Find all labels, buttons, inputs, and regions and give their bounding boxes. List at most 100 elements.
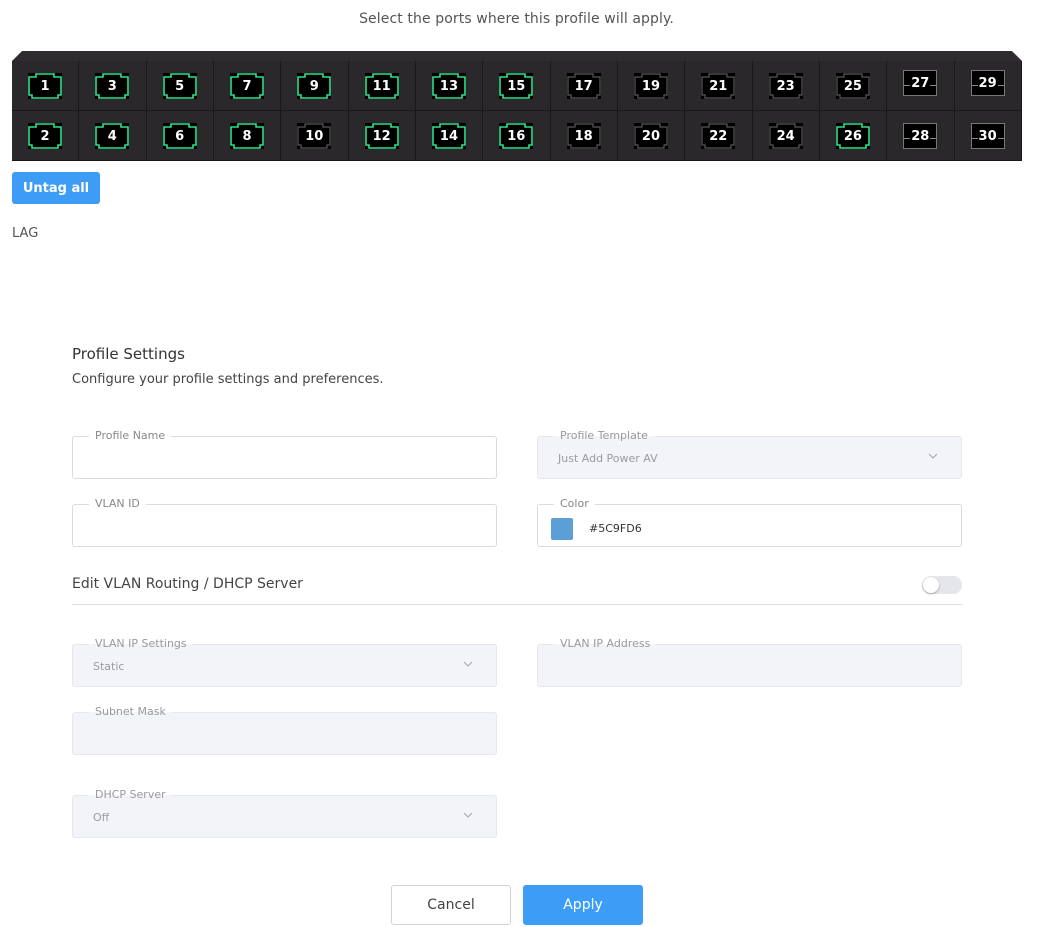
ethernet-port-6[interactable]: 6 xyxy=(162,123,197,149)
port-cell-18[interactable]: 18 xyxy=(550,111,618,161)
port-cell-11[interactable]: 11 xyxy=(348,61,416,111)
dhcp-server-label: DHCP Server xyxy=(89,788,172,802)
port-cell-5[interactable]: 5 xyxy=(146,61,214,111)
port-cell-23[interactable]: 23 xyxy=(752,61,820,111)
vlan-id-input[interactable] xyxy=(73,505,496,546)
port-row-odd: 1 3 5 7 9 11 13 15 17 19 21 23 25 27 29 xyxy=(12,61,1022,111)
port-number: 1 xyxy=(40,78,50,94)
ethernet-port-22[interactable]: 22 xyxy=(701,123,736,149)
port-number: 6 xyxy=(175,128,185,144)
color-field[interactable]: Color #5C9FD6 xyxy=(537,497,962,547)
vlan-ip-address-field[interactable]: VLAN IP Address xyxy=(537,637,962,687)
ethernet-port-2[interactable]: 2 xyxy=(28,123,62,149)
profile-name-field[interactable]: Profile Name xyxy=(72,429,497,479)
port-cell-20[interactable]: 20 xyxy=(617,111,686,161)
profile-template-select[interactable]: Profile Template Just Add Power AV xyxy=(537,429,962,479)
port-cell-8[interactable]: 8 xyxy=(213,111,282,161)
routing-toggle-label: Edit VLAN Routing / DHCP Server xyxy=(72,576,303,592)
section-divider xyxy=(72,604,962,605)
ethernet-port-16[interactable]: 16 xyxy=(499,123,534,149)
untag-all-button[interactable]: Untag all xyxy=(12,172,100,204)
port-cell-30[interactable]: 30 xyxy=(954,111,1022,161)
port-cell-2[interactable]: 2 xyxy=(12,111,80,161)
port-cell-7[interactable]: 7 xyxy=(213,61,282,111)
ethernet-port-25[interactable]: 25 xyxy=(835,73,870,99)
ethernet-port-9[interactable]: 9 xyxy=(297,73,332,99)
ethernet-port-19[interactable]: 19 xyxy=(633,73,668,99)
ethernet-port-1[interactable]: 1 xyxy=(28,73,62,99)
ethernet-port-12[interactable]: 12 xyxy=(364,123,399,149)
port-cell-4[interactable]: 4 xyxy=(79,111,147,161)
dhcp-server-select[interactable]: DHCP Server Off xyxy=(72,788,497,838)
vlan-ip-settings-label: VLAN IP Settings xyxy=(89,637,193,651)
port-number: 8 xyxy=(242,128,252,144)
ethernet-port-15[interactable]: 15 xyxy=(499,73,534,99)
ethernet-port-3[interactable]: 3 xyxy=(95,73,130,99)
ethernet-port-24[interactable]: 24 xyxy=(768,123,803,149)
port-cell-3[interactable]: 3 xyxy=(79,61,147,111)
dhcp-server-value: Off xyxy=(93,811,110,824)
ethernet-port-14[interactable]: 14 xyxy=(431,123,466,149)
cancel-button[interactable]: Cancel xyxy=(391,885,511,925)
port-cell-17[interactable]: 17 xyxy=(550,61,618,111)
port-number: 28 xyxy=(911,128,930,144)
port-number: 20 xyxy=(641,128,660,144)
port-cell-27[interactable]: 27 xyxy=(887,61,955,111)
ethernet-port-10[interactable]: 10 xyxy=(297,123,332,149)
toggle-knob xyxy=(923,577,939,593)
apply-button[interactable]: Apply xyxy=(523,885,643,925)
sfp-port-27[interactable]: 27 xyxy=(903,70,938,96)
port-cell-13[interactable]: 13 xyxy=(415,61,484,111)
port-cell-21[interactable]: 21 xyxy=(685,61,753,111)
sfp-port-28[interactable]: 28 xyxy=(903,123,938,149)
ethernet-port-21[interactable]: 21 xyxy=(701,73,736,99)
port-cell-16[interactable]: 16 xyxy=(483,111,551,161)
ethernet-port-26[interactable]: 26 xyxy=(835,123,870,149)
vlan-ip-settings-value: Static xyxy=(93,660,125,673)
port-cell-22[interactable]: 22 xyxy=(685,111,753,161)
port-cell-29[interactable]: 29 xyxy=(954,61,1022,111)
vlan-id-field[interactable]: VLAN ID xyxy=(72,497,497,547)
port-selection-instruction: Select the ports where this profile will… xyxy=(359,11,674,27)
ethernet-port-7[interactable]: 7 xyxy=(229,73,264,99)
port-cell-12[interactable]: 12 xyxy=(348,111,416,161)
ethernet-port-5[interactable]: 5 xyxy=(162,73,197,99)
switch-panel: 1 3 5 7 9 11 13 15 17 19 21 23 25 27 29 2 4 6 8 10 12 14 16 18… xyxy=(12,51,1022,161)
sfp-port-29[interactable]: 29 xyxy=(970,70,1005,96)
color-value: #5C9FD6 xyxy=(589,522,642,535)
vlan-ip-address-label: VLAN IP Address xyxy=(554,637,657,651)
port-number: 22 xyxy=(709,128,728,144)
port-cell-26[interactable]: 26 xyxy=(819,111,888,161)
color-swatch[interactable] xyxy=(551,518,573,540)
port-number: 4 xyxy=(107,128,117,144)
port-number: 18 xyxy=(574,128,593,144)
profile-name-input[interactable] xyxy=(73,437,496,478)
port-cell-1[interactable]: 1 xyxy=(12,61,80,111)
port-cell-19[interactable]: 19 xyxy=(617,61,686,111)
profile-settings-subtitle: Configure your profile settings and pref… xyxy=(72,372,384,387)
chevron-down-icon xyxy=(463,661,473,667)
port-cell-9[interactable]: 9 xyxy=(281,61,349,111)
ethernet-port-11[interactable]: 11 xyxy=(364,73,399,99)
port-row-even: 2 4 6 8 10 12 14 16 18 20 22 24 26 28 30 xyxy=(12,111,1022,161)
port-cell-6[interactable]: 6 xyxy=(146,111,214,161)
subnet-mask-field[interactable]: Subnet Mask xyxy=(72,705,497,755)
ethernet-port-20[interactable]: 20 xyxy=(633,123,668,149)
port-cell-25[interactable]: 25 xyxy=(819,61,888,111)
ethernet-port-8[interactable]: 8 xyxy=(229,123,264,149)
port-number: 12 xyxy=(372,128,391,144)
port-cell-15[interactable]: 15 xyxy=(483,61,551,111)
port-cell-14[interactable]: 14 xyxy=(415,111,484,161)
vlan-ip-settings-select[interactable]: VLAN IP Settings Static xyxy=(72,637,497,687)
port-cell-28[interactable]: 28 xyxy=(887,111,955,161)
ethernet-port-13[interactable]: 13 xyxy=(431,73,466,99)
ethernet-port-17[interactable]: 17 xyxy=(566,73,601,99)
port-number: 26 xyxy=(843,128,862,144)
sfp-port-30[interactable]: 30 xyxy=(970,123,1005,149)
routing-toggle-switch[interactable] xyxy=(922,576,962,594)
ethernet-port-23[interactable]: 23 xyxy=(768,73,803,99)
ethernet-port-4[interactable]: 4 xyxy=(95,123,130,149)
port-cell-24[interactable]: 24 xyxy=(752,111,820,161)
port-cell-10[interactable]: 10 xyxy=(281,111,349,161)
ethernet-port-18[interactable]: 18 xyxy=(566,123,601,149)
